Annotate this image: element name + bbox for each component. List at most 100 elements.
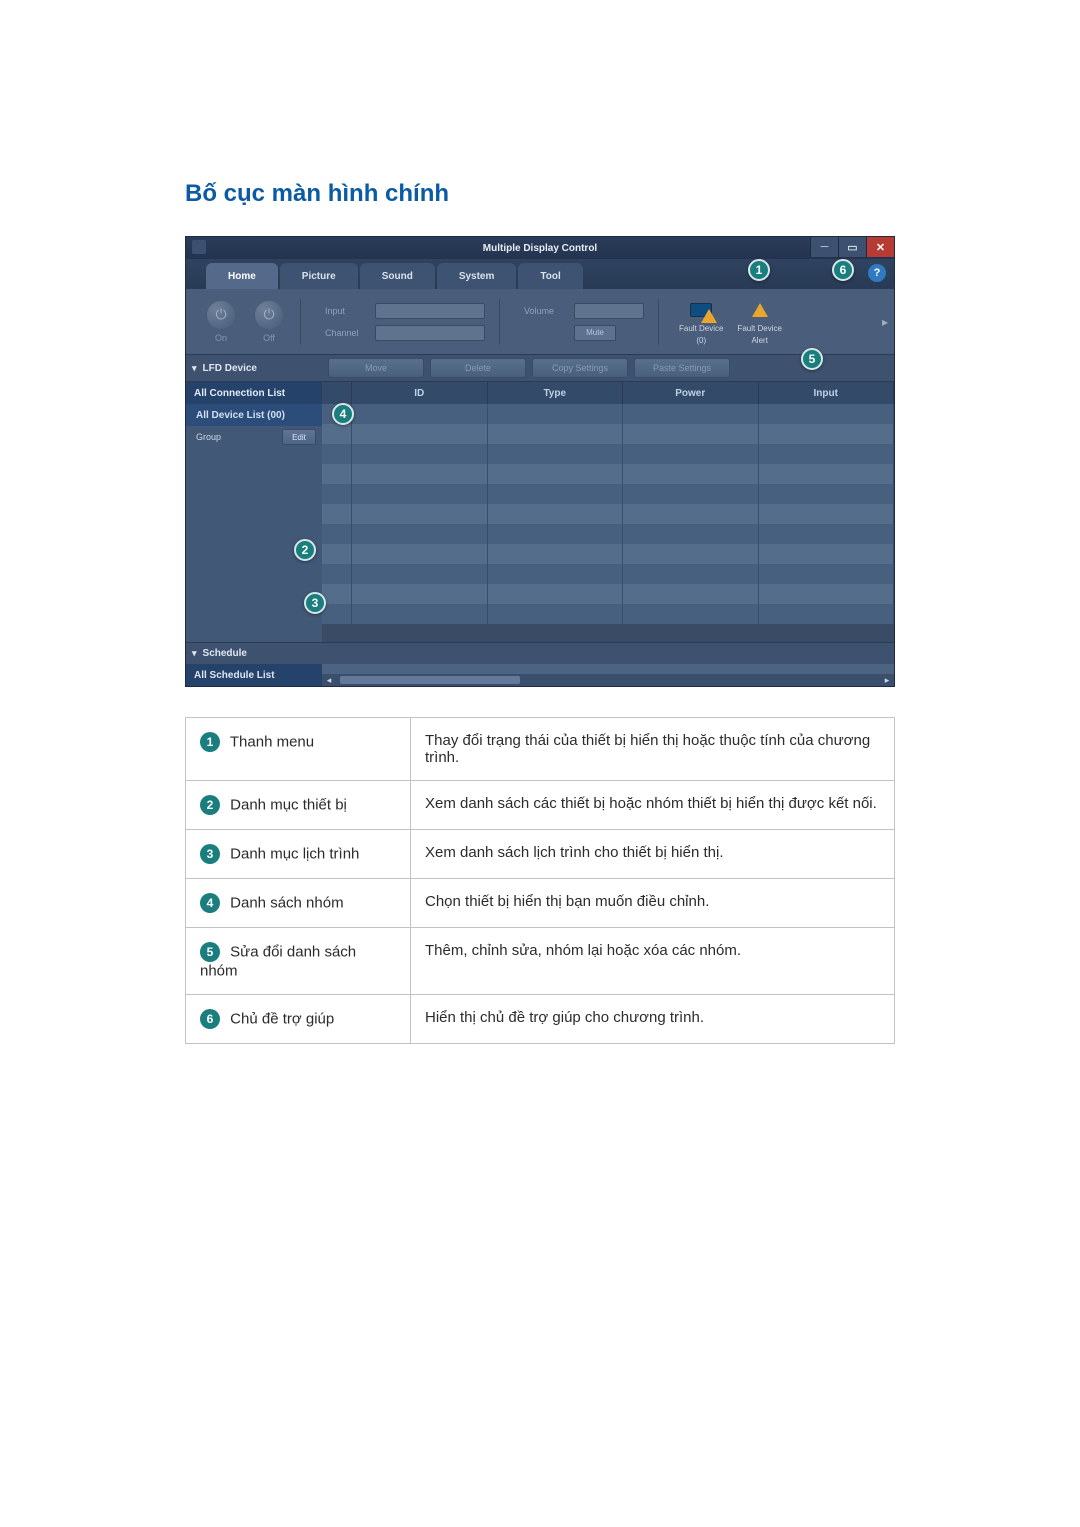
scroll-right-icon[interactable]: ▸ <box>880 674 894 686</box>
table-row[interactable] <box>322 524 894 544</box>
power-on-label: On <box>215 333 227 343</box>
table-row[interactable] <box>322 464 894 484</box>
horizontal-scrollbar[interactable]: ◂ ▸ <box>322 674 894 686</box>
maximize-button[interactable]: ▭ <box>838 237 866 257</box>
tab-sound[interactable]: Sound <box>360 263 435 289</box>
fault-line2: (0) <box>696 336 706 345</box>
scroll-left-icon[interactable]: ◂ <box>322 674 336 686</box>
group-row: Group Edit <box>186 426 322 448</box>
glossary-description: Thay đổi trạng thái của thiết bị hiển th… <box>411 718 895 781</box>
col-input[interactable]: Input <box>759 382 895 404</box>
fault-line1: Fault Device <box>737 324 781 333</box>
glossary-description: Xem danh sách các thiết bị hoặc nhóm thi… <box>411 781 895 830</box>
callout-1: 1 <box>748 259 770 281</box>
table-row[interactable] <box>322 404 894 424</box>
table-row[interactable] <box>322 604 894 624</box>
warning-icon <box>746 299 774 321</box>
tab-tool[interactable]: Tool <box>518 263 582 289</box>
column-headers: ID Type Power Input <box>322 382 894 404</box>
tab-system[interactable]: System <box>437 263 517 289</box>
power-on-button[interactable]: ⏻ On <box>204 301 238 343</box>
volume-input[interactable] <box>574 303 644 319</box>
callout-3: 3 <box>304 592 326 614</box>
table-row[interactable] <box>322 424 894 444</box>
toolbar: ⏻ On ⏻ Off Input Channel <box>186 289 894 354</box>
glossary-term: 4 Danh sách nhóm <box>186 879 411 928</box>
titlebar: Multiple Display Control ─ ▭ ✕ <box>186 237 894 259</box>
glossary-row: 4 Danh sách nhómChọn thiết bị hiển thị b… <box>186 879 895 928</box>
glossary-table: 1 Thanh menuThay đổi trạng thái của thiế… <box>185 717 895 1044</box>
app-icon <box>192 240 206 254</box>
help-icon[interactable]: ? <box>868 264 886 282</box>
separator <box>499 299 500 345</box>
glossary-row: 6 Chủ đề trợ giúp Hiển thị chủ đề trợ giú… <box>186 994 895 1043</box>
paste-settings-button[interactable]: Paste Settings <box>634 358 730 378</box>
sidebar: All Connection List All Device List (00)… <box>186 382 322 642</box>
col-power[interactable]: Power <box>623 382 759 404</box>
move-button[interactable]: Move <box>328 358 424 378</box>
tab-picture[interactable]: Picture <box>280 263 358 289</box>
mute-button[interactable]: Mute <box>574 325 616 341</box>
volume-group: Volume Mute <box>524 303 644 341</box>
glossary-label: Danh sách nhóm <box>226 895 344 912</box>
power-icon: ⏻ <box>255 301 283 329</box>
number-badge: 6 <box>200 1009 220 1029</box>
separator <box>658 299 659 345</box>
scroll-thumb[interactable] <box>340 676 520 684</box>
glossary-description: Chọn thiết bị hiển thị bạn muốn điều chỉ… <box>411 879 895 928</box>
callout-5: 5 <box>801 348 823 370</box>
all-device-list-item[interactable]: All Device List (00) <box>186 404 322 426</box>
page-heading: Bố cục màn hình chính <box>185 180 920 208</box>
schedule-section[interactable]: Schedule <box>186 642 894 664</box>
channel-stepper[interactable] <box>375 325 485 341</box>
number-badge: 1 <box>200 732 220 752</box>
fault-device-alert[interactable]: Fault Device Alert <box>737 299 781 345</box>
table-row[interactable] <box>322 544 894 564</box>
glossary-label: Thanh menu <box>226 734 314 751</box>
number-badge: 3 <box>200 844 220 864</box>
delete-button[interactable]: Delete <box>430 358 526 378</box>
schedule-content: ◂ ▸ <box>322 664 894 686</box>
app-screenshot: 1 6 5 4 2 3 Multiple Display Control ─ ▭… <box>185 236 895 687</box>
channel-label: Channel <box>325 328 369 338</box>
input-dropdown[interactable] <box>375 303 485 319</box>
table-row[interactable] <box>322 584 894 604</box>
power-off-button[interactable]: ⏻ Off <box>252 301 286 343</box>
glossary-description: Hiển thị chủ đề trợ giúp cho chương trìn… <box>411 994 895 1043</box>
main-body: All Connection List All Device List (00)… <box>186 382 894 642</box>
panel-controls-row: LFD Device Move Delete Copy Settings Pas… <box>186 354 894 382</box>
number-badge: 2 <box>200 795 220 815</box>
glossary-description: Xem danh sách lịch trình cho thiết bị hi… <box>411 830 895 879</box>
schedule-body: All Schedule List ◂ ▸ <box>186 664 894 686</box>
table-row[interactable] <box>322 564 894 584</box>
lfd-device-section[interactable]: LFD Device <box>192 363 322 374</box>
input-label: Input <box>325 306 369 316</box>
glossary-label: Chủ đề trợ giúp <box>226 1010 334 1027</box>
col-check <box>322 382 352 404</box>
minimize-button[interactable]: ─ <box>810 237 838 257</box>
callout-6: 6 <box>832 259 854 281</box>
main-tabbar: Home Picture Sound System Tool ? <box>186 259 894 289</box>
glossary-label: Sửa đổi danh sách nhóm <box>200 944 356 980</box>
table-row[interactable] <box>322 444 894 464</box>
toolbar-more-icon[interactable]: ▸ <box>882 315 888 329</box>
device-table-rows <box>322 404 894 642</box>
content-area: ID Type Power Input <box>322 382 894 642</box>
table-row[interactable] <box>322 504 894 524</box>
window-title: Multiple Display Control <box>483 243 597 254</box>
table-row[interactable] <box>322 484 894 504</box>
fault-device-count[interactable]: Fault Device (0) <box>679 299 723 345</box>
close-button[interactable]: ✕ <box>866 237 894 257</box>
col-type[interactable]: Type <box>488 382 624 404</box>
col-id[interactable]: ID <box>352 382 488 404</box>
edit-button[interactable]: Edit <box>282 429 316 445</box>
monitor-warning-icon <box>687 299 715 321</box>
tab-home[interactable]: Home <box>206 263 278 289</box>
all-connection-list[interactable]: All Connection List <box>186 382 322 404</box>
input-channel-group: Input Channel <box>325 303 485 341</box>
copy-settings-button[interactable]: Copy Settings <box>532 358 628 378</box>
all-schedule-list[interactable]: All Schedule List <box>186 664 322 686</box>
callout-4: 4 <box>332 403 354 425</box>
glossary-term: 1 Thanh menu <box>186 718 411 781</box>
glossary-description: Thêm, chỉnh sửa, nhóm lại hoặc xóa các n… <box>411 928 895 995</box>
